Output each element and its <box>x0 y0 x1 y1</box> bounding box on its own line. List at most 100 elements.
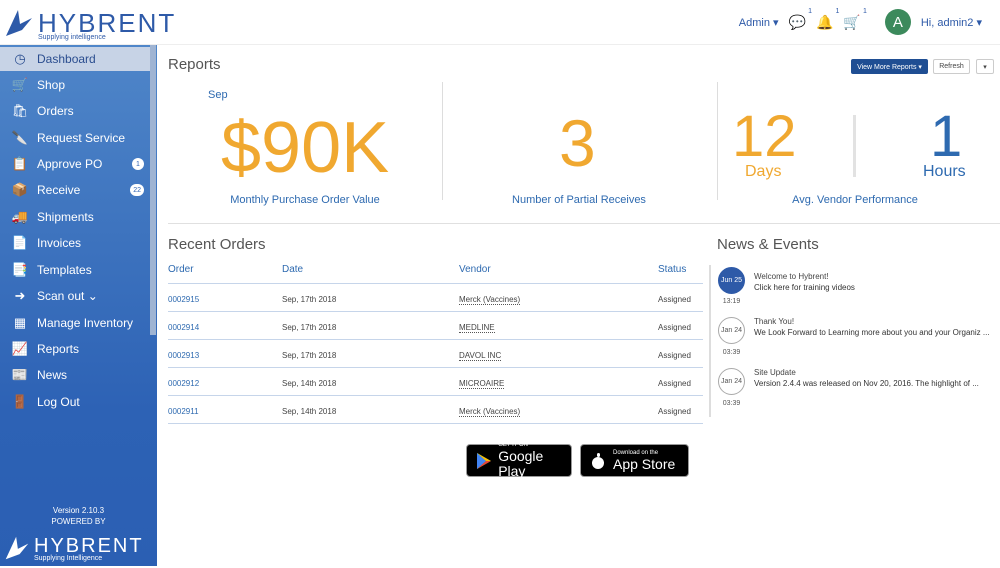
sidebar-item-request-service[interactable]: 🔪 Request Service <box>0 126 150 150</box>
news-body[interactable]: Click here for training videos <box>754 282 990 294</box>
receive-badge: 22 <box>130 184 144 196</box>
news-time: 03:39 <box>722 400 741 407</box>
avatar[interactable]: A <box>884 9 911 35</box>
google-play-big-text: Google Play <box>498 448 544 479</box>
kpi-month: Sep <box>208 89 228 101</box>
sidebar-item-label: Orders <box>37 104 74 118</box>
sidebar-item-shipments[interactable]: 🚚 Shipments <box>0 205 150 229</box>
order-link[interactable]: 0002914 <box>168 323 199 332</box>
sidebar-scrollbar[interactable] <box>150 45 156 335</box>
options-dropdown-button[interactable]: ▾ <box>976 59 994 74</box>
order-link[interactable]: 0002912 <box>168 379 199 388</box>
refresh-button[interactable]: Refresh <box>933 59 970 74</box>
bell-icon[interactable]: 🔔 1 <box>816 8 839 31</box>
sidebar-item-shop[interactable]: 🛒 Shop <box>0 73 150 97</box>
apple-icon <box>589 452 607 470</box>
sidebar-item-news[interactable]: 📰 News <box>0 363 150 387</box>
order-date: Sep, 14th 2018 <box>282 379 337 388</box>
cart-count: 1 <box>862 7 867 15</box>
sidebar-item-manage-inventory[interactable]: ▦ Manage Inventory <box>0 311 150 335</box>
order-date: Sep, 17th 2018 <box>282 351 337 360</box>
col-header-order[interactable]: Order <box>168 264 194 275</box>
news-title: Thank You! <box>754 317 795 326</box>
po-value: $90K <box>221 108 390 188</box>
user-greeting[interactable]: Hi, admin2 ▾ <box>921 16 982 29</box>
chat-icon[interactable]: 💬 1 <box>789 8 812 31</box>
inventory-icon: ▦ <box>13 315 27 330</box>
service-icon: 🔪 <box>11 130 29 145</box>
order-status: Assigned <box>658 323 691 332</box>
logout-icon: 🚪 <box>11 394 29 409</box>
hybrent-logo[interactable]: HYBRENT Supplying intelligence <box>4 6 174 44</box>
approve-icon: 📋 <box>11 156 29 171</box>
order-link[interactable]: 0002911 <box>168 407 199 416</box>
vendor-metric-divider <box>853 115 856 177</box>
sidebar: ◷ Dashboard 🛒 Shop 🛍 Orders 🔪 Request Se… <box>0 45 157 566</box>
version-info: Version 2.10.3 POWERED BY <box>0 505 157 527</box>
top-bar: HYBRENT Supplying intelligence Admin ▾ 💬… <box>0 0 1000 45</box>
news-date-badge: Jan 24 <box>718 317 745 344</box>
news-events-title: News & Events <box>717 236 819 253</box>
sidebar-item-log-out[interactable]: 🚪 Log Out <box>0 390 150 414</box>
news-body[interactable]: Version 2.4.4 was released on Nov 20, 20… <box>754 378 990 390</box>
sidebar-item-receive[interactable]: 📦 Receive 22 <box>0 178 150 202</box>
brand-tagline: Supplying intelligence <box>38 34 106 41</box>
row-divider <box>168 423 703 424</box>
sidebar-item-invoices[interactable]: 📄 Invoices <box>0 231 150 255</box>
chat-count: 1 <box>808 7 812 15</box>
news-title: Site Update <box>754 368 796 377</box>
admin-menu[interactable]: Admin ▾ <box>739 16 779 29</box>
order-vendor[interactable]: MICROAIRE <box>459 379 505 389</box>
order-date: Sep, 17th 2018 <box>282 323 337 332</box>
main-content: Reports View More Reports ▾ Refresh ▾ Se… <box>157 45 1000 566</box>
bird-logo-icon <box>6 10 32 36</box>
order-vendor[interactable]: Merck (Vaccines) <box>459 407 521 417</box>
google-play-button[interactable]: GET IT ON Google Play <box>466 442 572 479</box>
sidebar-item-templates[interactable]: 📑 Templates <box>0 258 150 282</box>
sidebar-item-scan-out[interactable]: ➜ Scan out ⌄ <box>0 284 150 308</box>
sidebar-item-dashboard[interactable]: ◷ Dashboard <box>0 47 150 71</box>
order-status: Assigned <box>658 379 691 388</box>
kpi-divider <box>442 82 443 200</box>
order-status: Assigned <box>658 407 691 416</box>
order-status: Assigned <box>658 295 691 304</box>
order-link[interactable]: 0002915 <box>168 295 199 304</box>
vendor-performance-label: Avg. Vendor Performance <box>792 194 918 206</box>
cart-icon[interactable]: 🛒 1 <box>843 8 866 31</box>
col-header-date[interactable]: Date <box>282 264 303 275</box>
sidebar-item-label: Request Service <box>37 131 126 145</box>
sidebar-item-label: Log Out <box>37 395 80 409</box>
order-status: Assigned <box>658 351 691 360</box>
scan-icon: ➜ <box>14 288 26 303</box>
view-more-reports-button[interactable]: View More Reports ▾ <box>851 59 928 74</box>
order-link[interactable]: 0002913 <box>168 351 199 360</box>
order-vendor[interactable]: Merck (Vaccines) <box>459 295 521 305</box>
sidebar-item-label: Approve PO <box>37 157 103 171</box>
order-vendor[interactable]: DAVOL INC <box>459 351 502 361</box>
app-store-button[interactable]: Download on the App Store <box>580 444 689 477</box>
sidebar-item-label: Scan out ⌄ <box>37 289 98 303</box>
app-store-big-text: App Store <box>613 455 676 472</box>
top-right-controls: Admin ▾ 💬 1 🔔 1 🛒 1 A Hi, admin2 ▾ <box>739 8 982 36</box>
col-header-status[interactable]: Status <box>658 264 686 275</box>
sidebar-item-approve-po[interactable]: 📋 Approve PO 1 <box>0 152 150 176</box>
recent-orders-title: Recent Orders <box>168 236 266 253</box>
reports-title: Reports <box>168 56 221 73</box>
sidebar-item-label: Invoices <box>37 236 82 250</box>
order-date: Sep, 17th 2018 <box>282 295 337 304</box>
bird-logo-icon <box>5 536 29 560</box>
truck-icon: 🚚 <box>11 209 29 224</box>
sidebar-item-label: Shipments <box>37 210 94 224</box>
sidebar-item-orders[interactable]: 🛍 Orders <box>0 99 150 123</box>
partial-receives-value: 3 <box>559 106 596 180</box>
news-icon: 📰 <box>11 367 29 382</box>
sidebar-item-label: Receive <box>37 183 81 197</box>
news-body[interactable]: We Look Forward to Learning more about y… <box>754 327 990 339</box>
bell-count: 1 <box>835 7 840 15</box>
col-header-vendor[interactable]: Vendor <box>459 264 491 275</box>
order-vendor[interactable]: MEDLINE <box>459 323 495 333</box>
footer-logo: HYBRENT Supplying Intelligence <box>4 533 154 563</box>
sidebar-item-reports[interactable]: 📈 Reports <box>0 337 150 361</box>
news-date-badge: Jan 24 <box>718 368 745 395</box>
vendor-days-value: 12 <box>732 104 797 169</box>
